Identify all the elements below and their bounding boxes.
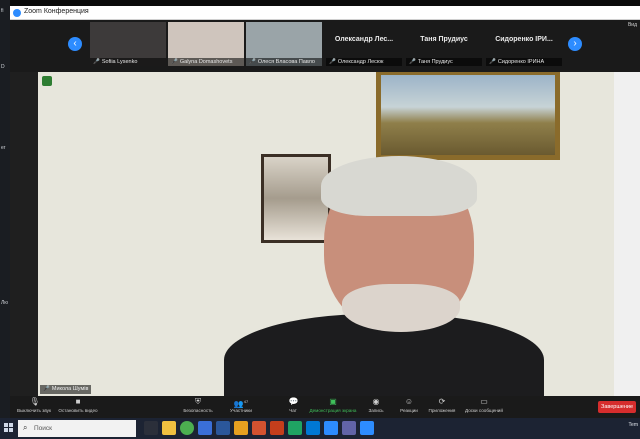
desktop-label: er [1,145,6,151]
excel-icon[interactable] [288,421,302,435]
active-speaker-video: 🎤 Микола Шумів [38,72,614,396]
record-icon: ◉ [372,397,380,406]
edge-icon[interactable] [306,421,320,435]
mic-muted-icon: 🎤 [249,59,256,65]
participant-name-label: 🎤 Galyna Domashovets [168,58,244,66]
participant-tile[interactable]: Таня Прудиус 🎤 Таня Прудиус [406,22,482,66]
mic-muted-icon: 🎤 [93,59,100,65]
participant-tile[interactable]: Сидоренко IРИ... 🎤 Сидоренко ІРИНА [486,22,562,66]
store-icon[interactable] [198,421,212,435]
chat-button[interactable]: 💬 Чат [282,397,304,414]
participant-name-label: 🎤 Таня Прудиус [406,58,482,66]
participant-tile[interactable]: 🎤 Galyna Domashovets [168,22,244,66]
mic-muted-icon: 🎤 [171,59,178,65]
participants-icon: 👥47 [233,399,249,409]
mic-muted-icon: 🎤 [409,59,416,65]
share-screen-button[interactable]: ▣ Демонстрация экрана [306,397,360,414]
word-icon[interactable] [216,421,230,435]
meeting-controls: 🎙 Выключить звук ■ Остановить видео ⛨ Бе… [10,396,640,418]
mute-button[interactable]: 🎙 Выключить звук [14,397,54,414]
mic-muted-icon: 🎤 [43,386,50,392]
smiley-icon: ☺ [404,397,414,406]
previous-page-arrow-icon[interactable]: ‹ [68,37,82,51]
screen: fi D er Лю Zoom Конференция ‹ 🎤 Sofiia Ly… [0,0,640,439]
speaker-beard [342,284,460,332]
apps-button[interactable]: ⟳ Приложения [426,397,458,414]
windows-start-icon[interactable] [4,423,14,433]
taskbar-search-box[interactable]: ⌕ Поиск [18,420,136,437]
desktop-label: D [1,64,5,70]
share-screen-icon: ▣ [329,397,337,406]
zoom-meeting-taskbar-icon[interactable] [360,421,374,435]
encryption-shield-icon[interactable] [42,76,52,86]
apps-icon: ⟳ [438,397,446,406]
whiteboard-button[interactable]: ▭ Доски сообщений [462,397,506,414]
task-view-icon[interactable] [144,421,158,435]
zoom-window: Zoom Конференция ‹ 🎤 Sofiia Lysenko 🎤 Galy… [10,6,640,418]
chrome-icon[interactable] [180,421,194,435]
chat-bubble-icon: 💬 [288,397,299,406]
participant-strip: ‹ 🎤 Sofiia Lysenko 🎤 Galyna Domashovets 🎤 О… [10,20,640,72]
shield-icon: ⛨ [195,397,201,406]
window-title: Zoom Конференция [24,8,89,15]
camera-icon: ■ [75,397,81,406]
title-bar: Zoom Конференция [10,6,640,20]
participant-name-label: 🎤 Sofiia Lysenko [90,58,166,66]
participant-name-label: 🎤 Олександр Лесюк [326,58,402,66]
microphone-icon: 🎙 [29,397,40,406]
search-placeholder: Поиск [34,425,53,432]
participants-button[interactable]: 👥47 Участники [224,398,258,413]
participant-name-label: 🎤 Олеся Власова Павло [246,58,322,66]
stop-video-button[interactable]: ■ Остановить видео [56,397,100,414]
speaker-hair [321,156,477,216]
side-panel-edge [614,72,640,396]
view-button[interactable]: Вид [628,22,637,28]
zoom-taskbar-icon[interactable] [324,421,338,435]
desktop-label: Лю [1,300,9,306]
participant-tile[interactable]: Олександр Лес... 🎤 Олександр Лесюк [326,22,402,66]
desktop-label: fi [1,8,4,14]
end-meeting-button[interactable]: Завершение [598,401,636,413]
desktop-edge: fi D er Лю [0,0,10,418]
reactions-button[interactable]: ☺ Реакции [396,397,422,414]
participant-display-name: Таня Прудиус [420,36,468,43]
search-icon: ⌕ [23,423,28,432]
wall-painting [376,72,560,160]
windows-taskbar: ⌕ Поиск Tem [0,418,640,439]
folder-icon[interactable] [234,421,248,435]
next-page-arrow-icon[interactable]: › [568,37,582,51]
zoom-logo-icon [13,9,21,17]
record-button[interactable]: ◉ Запись [364,397,388,414]
participant-tile[interactable]: 🎤 Олеся Власова Павло [246,22,322,66]
security-button[interactable]: ⛨ Безопасность [178,397,218,414]
powerpoint-icon[interactable] [252,421,266,435]
file-explorer-icon[interactable] [162,421,176,435]
whiteboard-icon: ▭ [480,397,488,406]
speaker-name-label: 🎤 Микола Шумів [40,385,92,394]
participant-display-name: Олександр Лес... [334,36,394,43]
participant-display-name: Сидоренко IРИ... [495,36,553,43]
acrobat-icon[interactable] [270,421,284,435]
mic-muted-icon: 🎤 [329,59,336,65]
system-tray-text: Tem [628,422,638,428]
participant-tile[interactable]: 🎤 Sofiia Lysenko [90,22,166,66]
mic-muted-icon: 🎤 [489,59,496,65]
participant-name-label: 🎤 Сидоренко ІРИНА [486,58,562,66]
teams-icon[interactable] [342,421,356,435]
